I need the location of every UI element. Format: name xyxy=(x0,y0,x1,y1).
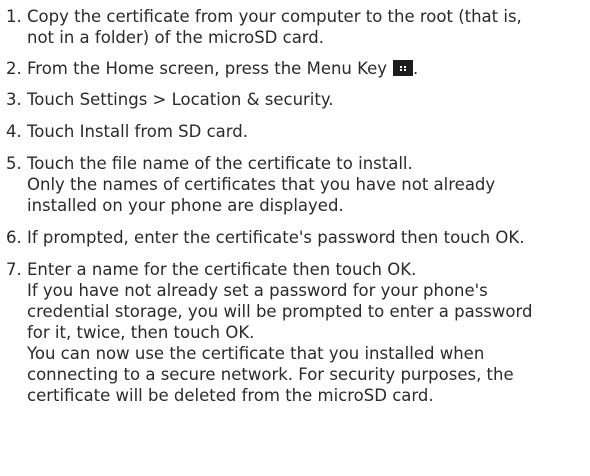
step-number: 6. xyxy=(6,228,22,247)
text-run: credential storage, you will be prompted… xyxy=(27,302,533,321)
step-6: 6. If prompted, enter the certificate's … xyxy=(6,227,590,248)
text-line: not in a folder) of the microSD card. xyxy=(27,27,590,48)
text-run: If prompted, enter the certificate's pas… xyxy=(27,228,496,247)
text-line: Enter a name for the certificate then to… xyxy=(27,259,590,280)
text-line: credential storage, you will be prompted… xyxy=(27,301,590,322)
text-run: Touch the file name of the certificate t… xyxy=(27,154,413,173)
text-run: installed on your phone are displayed. xyxy=(27,196,344,215)
text-line: certificate will be deleted from the mic… xyxy=(27,385,590,406)
text-run: From the Home screen, press the xyxy=(27,59,307,78)
step-number: 4. xyxy=(6,122,22,141)
text-line: Touch Install from SD card. xyxy=(27,121,590,142)
step-text: If prompted, enter the certificate's pas… xyxy=(27,227,590,248)
step-number: 7. xyxy=(6,260,22,279)
step-text: Touch Settings > Location & security. xyxy=(27,89,590,110)
ok-label: OK xyxy=(495,228,520,247)
text-run: not in a folder) of the microSD card. xyxy=(27,28,325,47)
text-line: From the Home screen, press the Menu Key… xyxy=(27,58,590,79)
text-line: You can now use the certificate that you… xyxy=(27,343,590,364)
ok-label: OK xyxy=(387,260,412,279)
step-text: Touch the file name of the certificate t… xyxy=(27,153,590,216)
text-run: If you have not already set a password f… xyxy=(27,281,488,300)
menu-key-icon xyxy=(393,60,414,76)
step-number: 1. xyxy=(6,7,22,26)
step-3: 3. Touch Settings > Location & security. xyxy=(6,89,590,110)
text-run: . xyxy=(411,260,417,279)
text-run: . xyxy=(328,90,334,109)
install-from-sd-label: Install from SD card xyxy=(79,122,243,141)
step-text: From the Home screen, press the Menu Key… xyxy=(27,58,590,79)
text-run: . xyxy=(249,323,255,342)
step-text: Touch Install from SD card. xyxy=(27,121,590,142)
step-1: 1. Copy the certificate from your comput… xyxy=(6,6,590,48)
text-line: Copy the certificate from your computer … xyxy=(27,6,590,27)
step-text: Enter a name for the certificate then to… xyxy=(27,259,590,406)
text-run: certificate will be deleted from the mic… xyxy=(27,386,434,405)
text-line: Touch Settings > Location & security. xyxy=(27,89,590,110)
text-line: installed on your phone are displayed. xyxy=(27,195,590,216)
text-run: . xyxy=(519,228,525,247)
step-number: 5. xyxy=(6,154,22,173)
text-run: Copy the certificate from your computer … xyxy=(27,7,522,26)
text-run: Touch xyxy=(27,90,80,109)
text-line: If you have not already set a password f… xyxy=(27,280,590,301)
settings-path-label: Settings > Location & security xyxy=(79,90,329,109)
ok-label: OK xyxy=(225,323,250,342)
text-line: If prompted, enter the certificate's pas… xyxy=(27,227,590,248)
step-2: 2. From the Home screen, press the Menu … xyxy=(6,58,590,79)
text-run: Touch xyxy=(27,122,80,141)
step-number: 2. xyxy=(6,59,22,78)
text-run: . xyxy=(242,122,248,141)
text-run: Only the names of certificates that you … xyxy=(27,175,496,194)
document-page: 1. Copy the certificate from your comput… xyxy=(0,0,590,476)
text-run: . xyxy=(413,59,419,78)
text-run: Enter a name for the certificate then to… xyxy=(27,260,388,279)
step-5: 5. Touch the file name of the certificat… xyxy=(6,153,590,216)
text-run: for it, twice, then touch xyxy=(27,323,226,342)
step-7: 7. Enter a name for the certificate then… xyxy=(6,259,590,406)
text-line: Touch the file name of the certificate t… xyxy=(27,153,590,174)
text-run: You can now use the certificate that you… xyxy=(27,344,485,363)
step-4: 4. Touch Install from SD card. xyxy=(6,121,590,142)
text-line: connecting to a secure network. For secu… xyxy=(27,364,590,385)
text-line: for it, twice, then touch OK. xyxy=(27,322,590,343)
step-text: Copy the certificate from your computer … xyxy=(27,6,590,48)
text-line: Only the names of certificates that you … xyxy=(27,174,590,195)
step-number: 3. xyxy=(6,90,22,109)
menu-key-label: Menu Key xyxy=(306,59,388,78)
text-run: connecting to a secure network. For secu… xyxy=(27,365,514,384)
